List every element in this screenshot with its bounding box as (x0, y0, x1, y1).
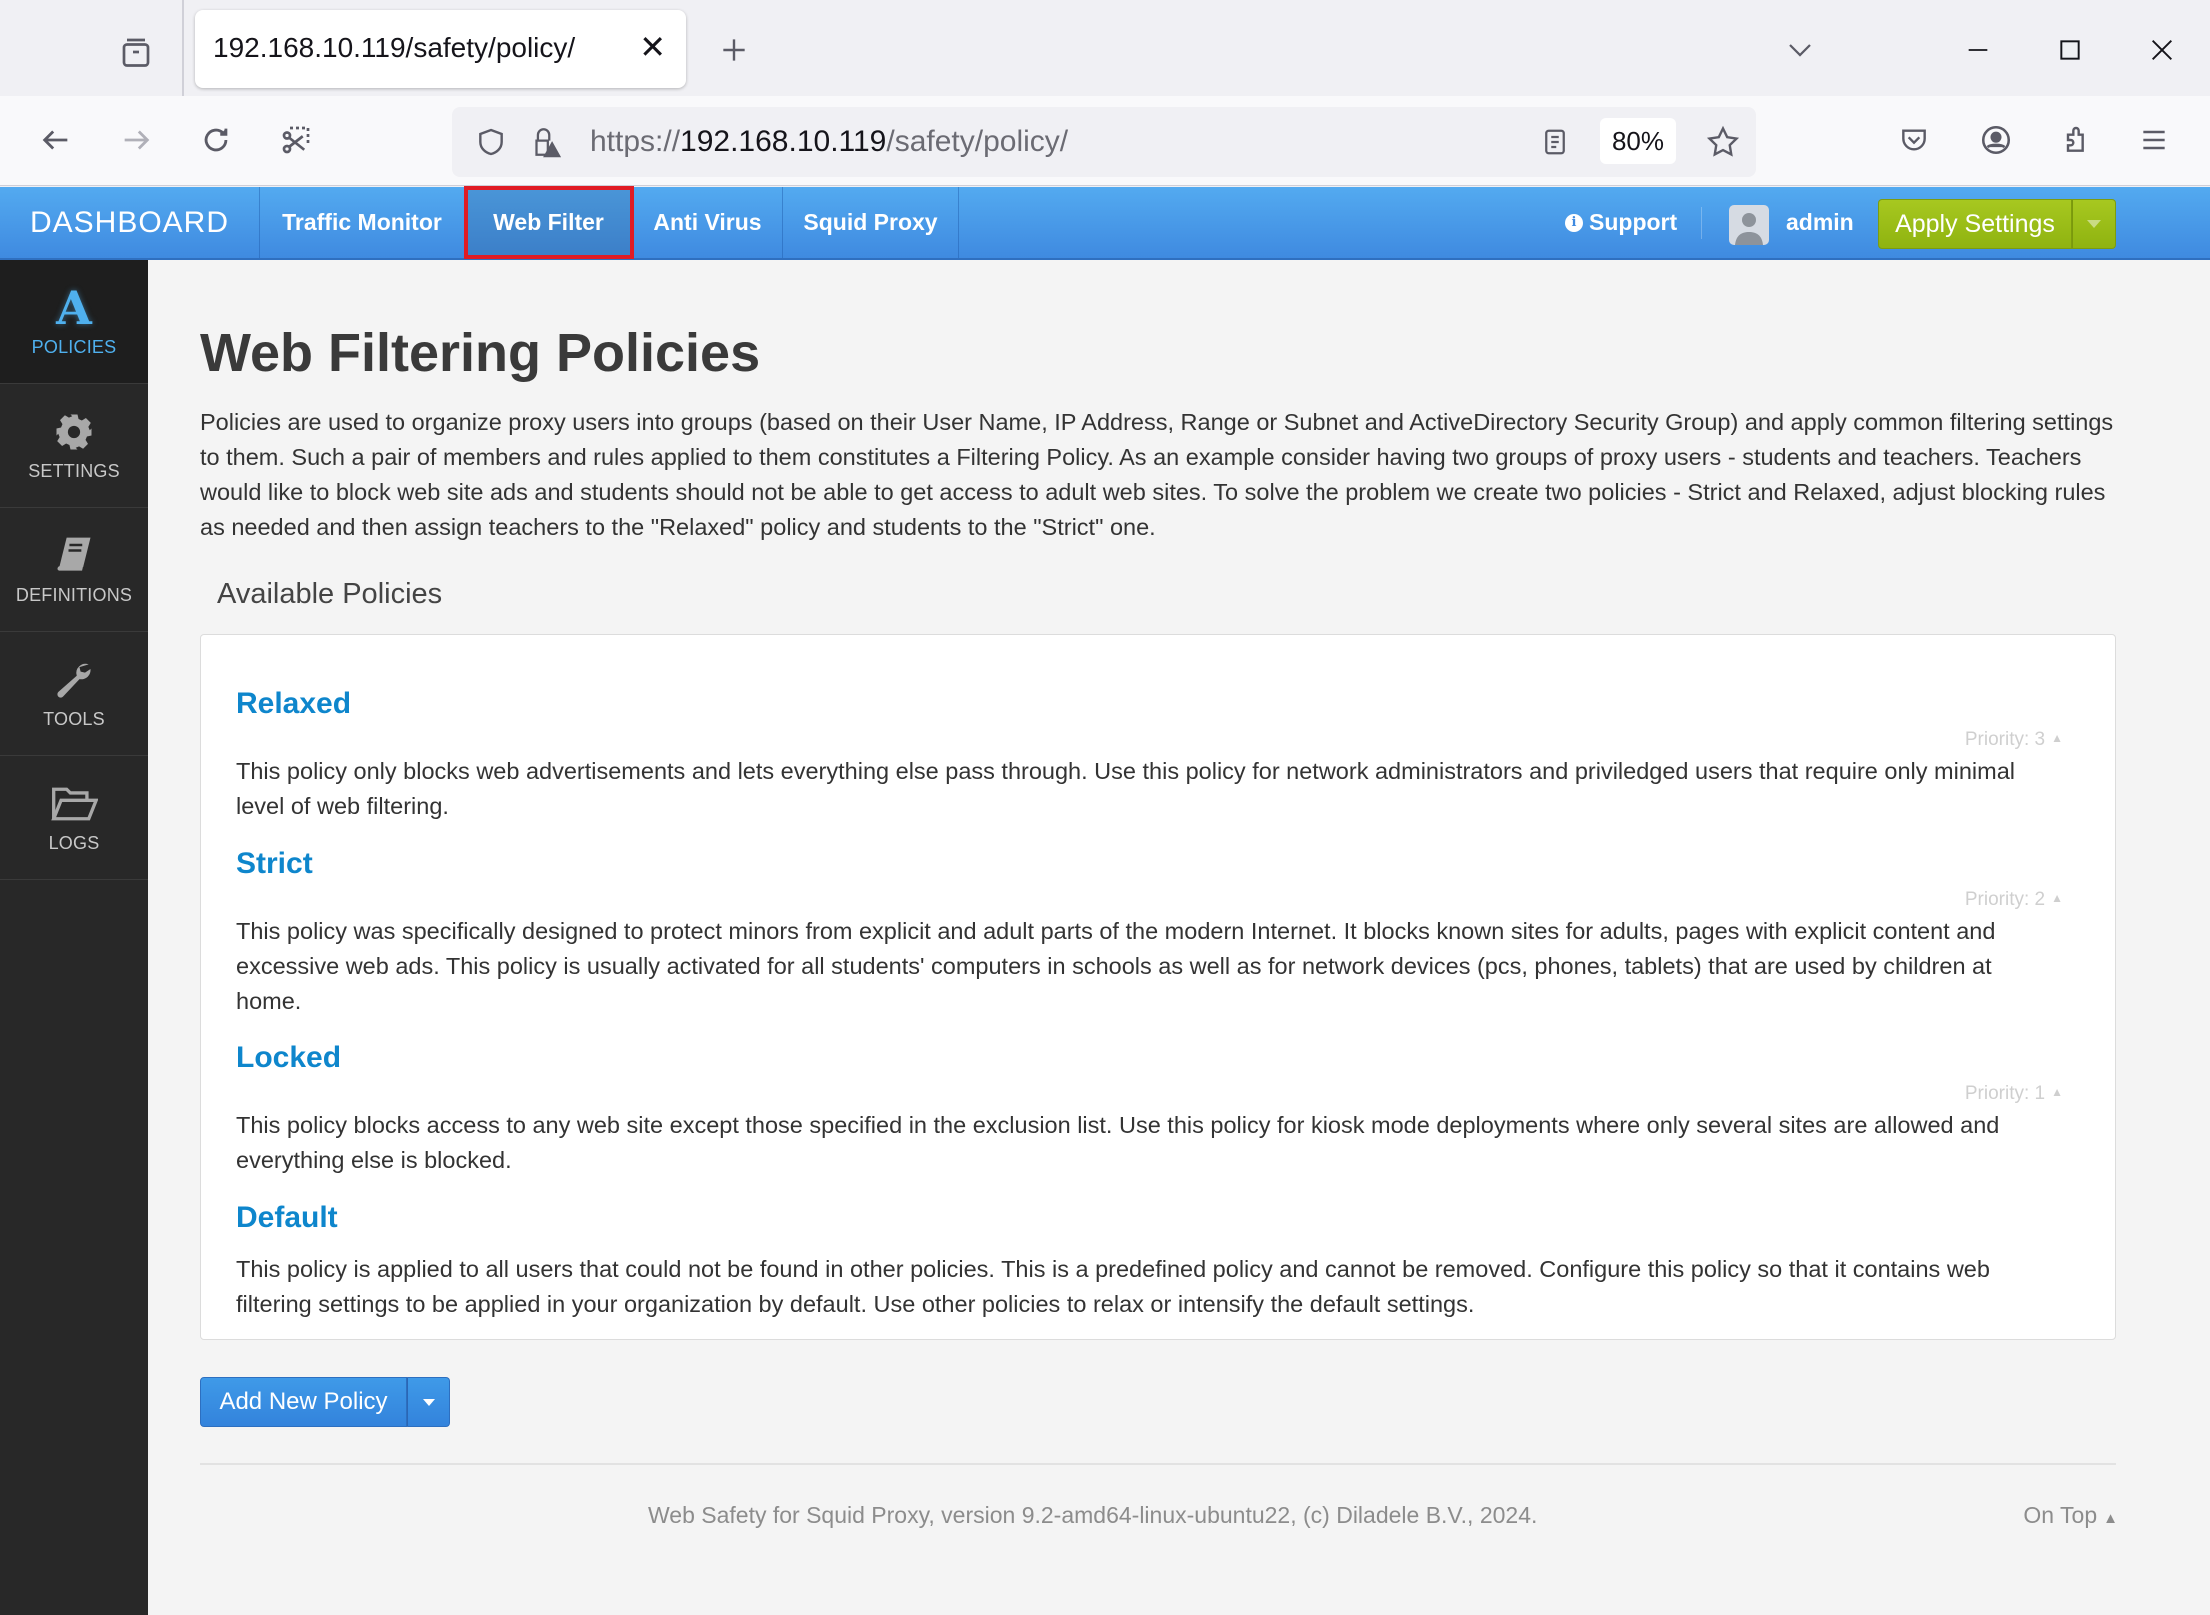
policy-priority[interactable]: Priority: 3 ▲ (1965, 729, 2063, 751)
caret-down-icon (2087, 220, 2101, 228)
url-text[interactable]: https://192.168.10.119/safety/policy/ (590, 125, 1068, 159)
page-intro-text: Policies are used to organize proxy user… (200, 409, 2114, 540)
nav-traffic-monitor[interactable]: Traffic Monitor (260, 187, 465, 258)
browser-toolbar: https://192.168.10.119/safety/policy/ 80… (0, 96, 2210, 186)
caret-down-icon (422, 1398, 435, 1406)
sidebar-item-logs[interactable]: LOGS (0, 756, 148, 880)
policy-description: This policy blocks access to any web sit… (236, 1112, 2000, 1173)
letter-a-icon: A (56, 281, 92, 335)
priority-label: Priority: 2 (1964, 889, 2046, 910)
extensions-puzzle-icon[interactable] (2054, 118, 2098, 162)
url-path: /safety/policy/ (886, 125, 1069, 158)
user-avatar[interactable] (1729, 205, 1769, 245)
sidebar-item-settings[interactable]: SETTINGS (0, 384, 148, 508)
reload-icon[interactable] (194, 118, 238, 162)
lock-warning-icon[interactable] (524, 121, 566, 163)
app-top-nav: DASHBOARD Traffic Monitor Web Filter Ant… (0, 186, 2210, 260)
policy-name-link[interactable]: Default (236, 1201, 338, 1235)
on-top-link[interactable]: On Top ▲ (2023, 1502, 2118, 1529)
sidebar-item-label: POLICIES (31, 337, 117, 357)
policy-description: This policy only blocks web advertisemen… (236, 758, 2016, 819)
support-label: Support (1589, 209, 1678, 235)
support-link[interactable]: i Support (1565, 187, 1677, 258)
sidebar-item-tools[interactable]: TOOLS (0, 632, 148, 756)
policy-name-link[interactable]: Strict (236, 847, 313, 881)
url-host: 192.168.10.119 (680, 125, 887, 158)
sidebar-item-label: SETTINGS (28, 461, 120, 481)
chevron-up-icon: ▲ (2103, 1510, 2118, 1527)
zoom-level-badge[interactable]: 80% (1600, 118, 1676, 164)
on-top-label: On Top (2023, 1502, 2098, 1528)
user-silhouette-icon (1735, 213, 1763, 245)
policies-panel: Relaxed Priority: 3 ▲ This policy only bl… (200, 634, 2116, 1340)
policy-priority[interactable]: Priority: 1 ▲ (1965, 1083, 2063, 1105)
username-label[interactable]: admin (1786, 187, 1854, 258)
account-icon[interactable] (1974, 118, 2018, 162)
sidebar-item-label: TOOLS (43, 709, 105, 729)
close-window-icon[interactable] (2140, 28, 2184, 72)
info-icon: i (1565, 213, 1583, 232)
policy-name-link[interactable]: Locked (236, 1041, 341, 1075)
priority-up-icon[interactable]: ▲ (2051, 891, 2063, 905)
available-policies-label: Available Policies (217, 578, 443, 610)
pocket-icon[interactable] (1892, 118, 1936, 162)
page-title: Web Filtering Policies (200, 323, 761, 383)
priority-up-icon[interactable]: ▲ (2051, 731, 2063, 745)
sidebar: A POLICIES SETTINGS DEFINITIONS TOOLS LO… (0, 260, 148, 1615)
chevron-down-icon[interactable] (1778, 28, 1822, 72)
browser-tab-strip: 192.168.10.119/safety/policy/ ✕ (0, 0, 2210, 96)
footer-copyright: Web Safety for Squid Proxy, version 9.2-… (648, 1502, 1538, 1528)
priority-label: Priority: 3 (1964, 729, 2046, 750)
wrench-icon (52, 657, 96, 703)
browser-tab-active[interactable]: 192.168.10.119/safety/policy/ ✕ (195, 10, 686, 88)
policy-description: This policy is applied to all users that… (236, 1256, 1990, 1317)
apply-settings-dropdown[interactable] (2072, 199, 2116, 249)
sidebar-item-label: LOGS (48, 833, 100, 853)
add-policy-dropdown[interactable] (407, 1377, 450, 1427)
priority-label: Priority: 1 (1964, 1083, 2046, 1104)
folder-open-icon (50, 781, 98, 827)
add-new-policy-button[interactable]: Add New Policy (200, 1377, 407, 1427)
nav-squid-proxy[interactable]: Squid Proxy (783, 187, 959, 258)
sidebar-item-definitions[interactable]: DEFINITIONS (0, 508, 148, 632)
close-tab-icon[interactable]: ✕ (639, 28, 666, 66)
tab-title: 192.168.10.119/safety/policy/ (213, 32, 576, 63)
tab-separator (182, 0, 184, 96)
priority-up-icon[interactable]: ▲ (2051, 1085, 2063, 1099)
new-tab-plus-icon[interactable] (712, 28, 756, 72)
policy-priority[interactable]: Priority: 2 ▲ (1965, 889, 2063, 911)
url-scheme: https:// (590, 125, 681, 158)
gear-icon (53, 409, 95, 455)
screenshot-icon[interactable] (274, 118, 318, 162)
address-bar[interactable]: https://192.168.10.119/safety/policy/ 80… (452, 107, 1756, 177)
book-icon (52, 533, 96, 579)
reader-view-icon[interactable] (1534, 121, 1576, 163)
nav-web-filter[interactable]: Web Filter (464, 186, 634, 259)
bookmark-star-icon[interactable] (1700, 119, 1746, 165)
main-content: Web Filtering Policies Policies are used… (148, 260, 2210, 1615)
nav-divider (1701, 207, 1702, 239)
shield-icon[interactable] (470, 121, 512, 163)
nav-anti-virus[interactable]: Anti Virus (633, 187, 783, 258)
dashboard-brand-link[interactable]: DASHBOARD (0, 187, 260, 258)
footer-divider (200, 1463, 2116, 1465)
policy-description: This policy was specifically designed to… (236, 918, 1996, 1014)
forward-arrow-icon[interactable] (114, 118, 158, 162)
policy-name-link[interactable]: Relaxed (236, 687, 351, 721)
hamburger-menu-icon[interactable] (2132, 118, 2176, 162)
apply-settings-button[interactable]: Apply Settings (1878, 199, 2072, 249)
sidebar-item-label: DEFINITIONS (15, 585, 133, 605)
maximize-icon[interactable] (2048, 28, 2092, 72)
tab-overview-icon[interactable] (114, 30, 158, 74)
back-arrow-icon[interactable] (34, 118, 78, 162)
minimize-icon[interactable] (1956, 28, 2000, 72)
sidebar-item-policies[interactable]: A POLICIES (0, 260, 148, 384)
